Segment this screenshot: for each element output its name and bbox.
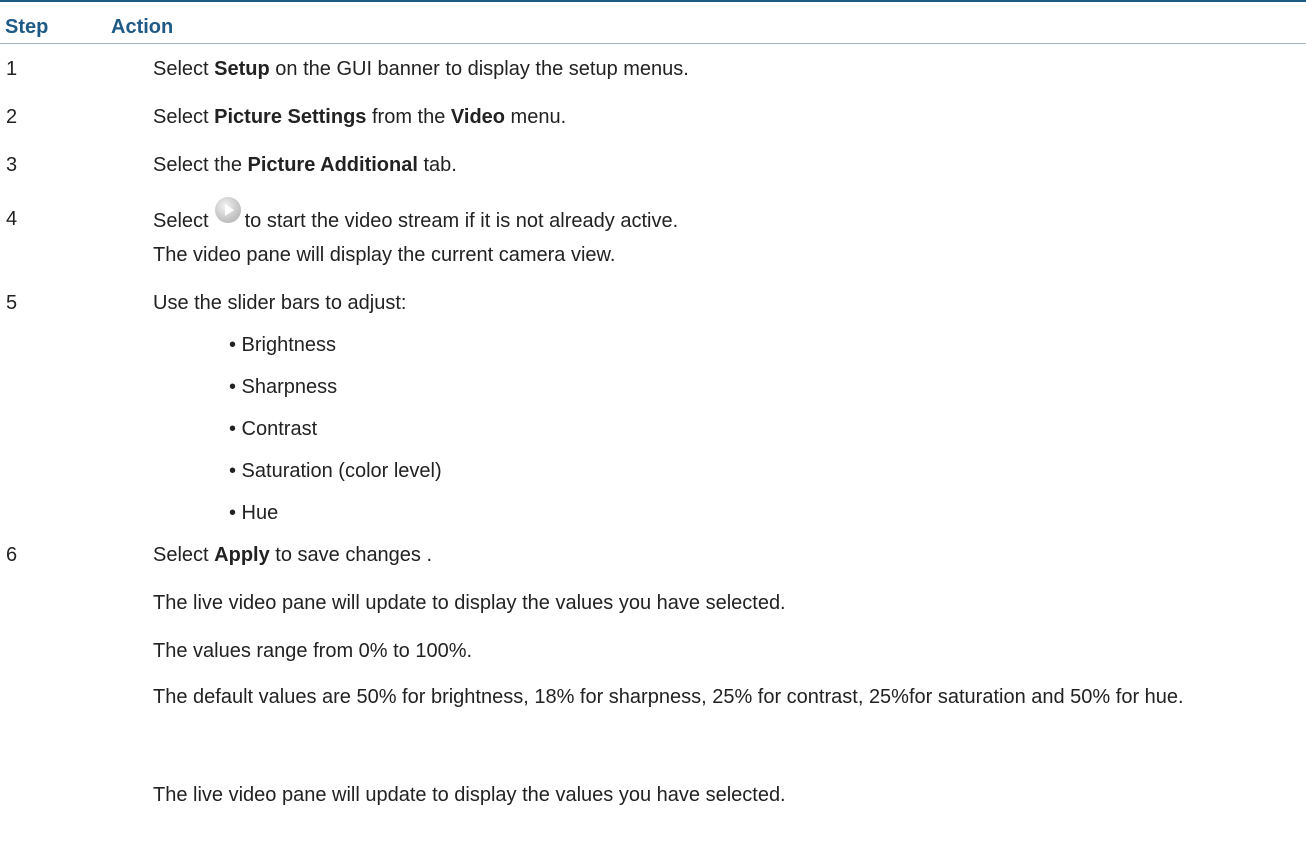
step-action: Select Picture Settings from the Video m… xyxy=(153,105,566,129)
action-text: Select xyxy=(153,58,215,80)
table-header: Step Action xyxy=(0,0,1306,44)
action-column-header: Action xyxy=(111,16,174,38)
step-number: 4 xyxy=(6,208,18,230)
list-item: • Brightness xyxy=(229,334,337,356)
list-item: • Saturation (color level) xyxy=(229,460,442,482)
action-text: tab. xyxy=(417,154,457,176)
step-action: Use the slider bars to adjust: xyxy=(153,292,407,314)
step-6-note: The values range from 0% to 100%. xyxy=(153,640,473,662)
play-icon xyxy=(214,197,241,223)
step-6-note: The live video pane will update to displ… xyxy=(153,592,786,614)
step-number: 6 xyxy=(6,544,18,566)
action-text: Select xyxy=(153,210,209,232)
list-item: • Contrast xyxy=(229,418,318,440)
step-6-note: The live video pane will update to displ… xyxy=(153,784,786,806)
step-6-note: The default values are 50% for brightnes… xyxy=(153,686,1184,708)
action-text: from the xyxy=(366,106,451,128)
ui-term-picture-settings: Picture Settings xyxy=(214,106,367,128)
action-text: Select xyxy=(153,544,215,566)
action-text: on the GUI banner to display the setup m… xyxy=(269,58,689,80)
action-text: to save changes . xyxy=(269,544,433,566)
list-item: • Sharpness xyxy=(229,376,338,398)
step-number: 3 xyxy=(6,154,18,176)
list-item: • Hue xyxy=(229,502,279,524)
action-text: Select the xyxy=(153,154,248,176)
step-number: 2 xyxy=(6,106,18,128)
action-text: Select xyxy=(153,106,215,128)
step-number: 5 xyxy=(6,292,18,314)
step-action: Select Setup on the GUI banner to displa… xyxy=(153,57,689,81)
ui-term-setup: Setup xyxy=(214,58,270,80)
step-column-header: Step xyxy=(5,16,49,38)
action-text: to start the video stream if it is not a… xyxy=(244,210,679,232)
step-4-note: The video pane will display the current … xyxy=(153,244,616,266)
action-text: menu. xyxy=(505,106,567,128)
step-number: 1 xyxy=(6,58,18,80)
step-action: Select the Picture Additional tab. xyxy=(153,153,457,177)
step-action: Select to start the video stream if it is… xyxy=(153,197,679,233)
ui-term-apply: Apply xyxy=(214,544,270,566)
ui-term-picture-additional: Picture Additional xyxy=(247,154,418,176)
ui-term-video: Video xyxy=(450,106,505,128)
step-action: Select Apply to save changes . xyxy=(153,543,432,567)
